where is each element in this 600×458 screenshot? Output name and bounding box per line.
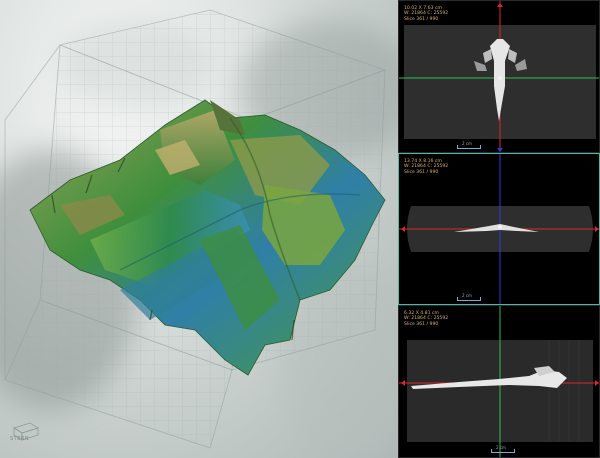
slice-view-top[interactable]: 10.02 X 7.63 cm W: 21864 C: 25592 Slice …: [398, 0, 600, 153]
scale-label: 2 cm: [496, 445, 506, 450]
scale-label: 2 cm: [462, 293, 472, 298]
slice-panels: 10.02 X 7.63 cm W: 21864 C: 25592 Slice …: [398, 0, 600, 458]
slice-image: [399, 306, 599, 457]
volume-render-viewport[interactable]: STERN: [0, 0, 398, 458]
slice-image: [399, 154, 599, 304]
scale-label: 2 cm: [462, 141, 472, 146]
slice-view-bottom[interactable]: 6.32 X 4.81 cm W: 21864 C: 25592 Slice 3…: [398, 305, 600, 458]
orientation-label: STERN: [10, 436, 30, 442]
slice-view-middle[interactable]: 13.74 X 8.16 cm W: 21864 C: 25592 Slice …: [398, 153, 600, 305]
slice-image: [399, 1, 599, 152]
volume-render-canvas: [4, 9, 387, 449]
